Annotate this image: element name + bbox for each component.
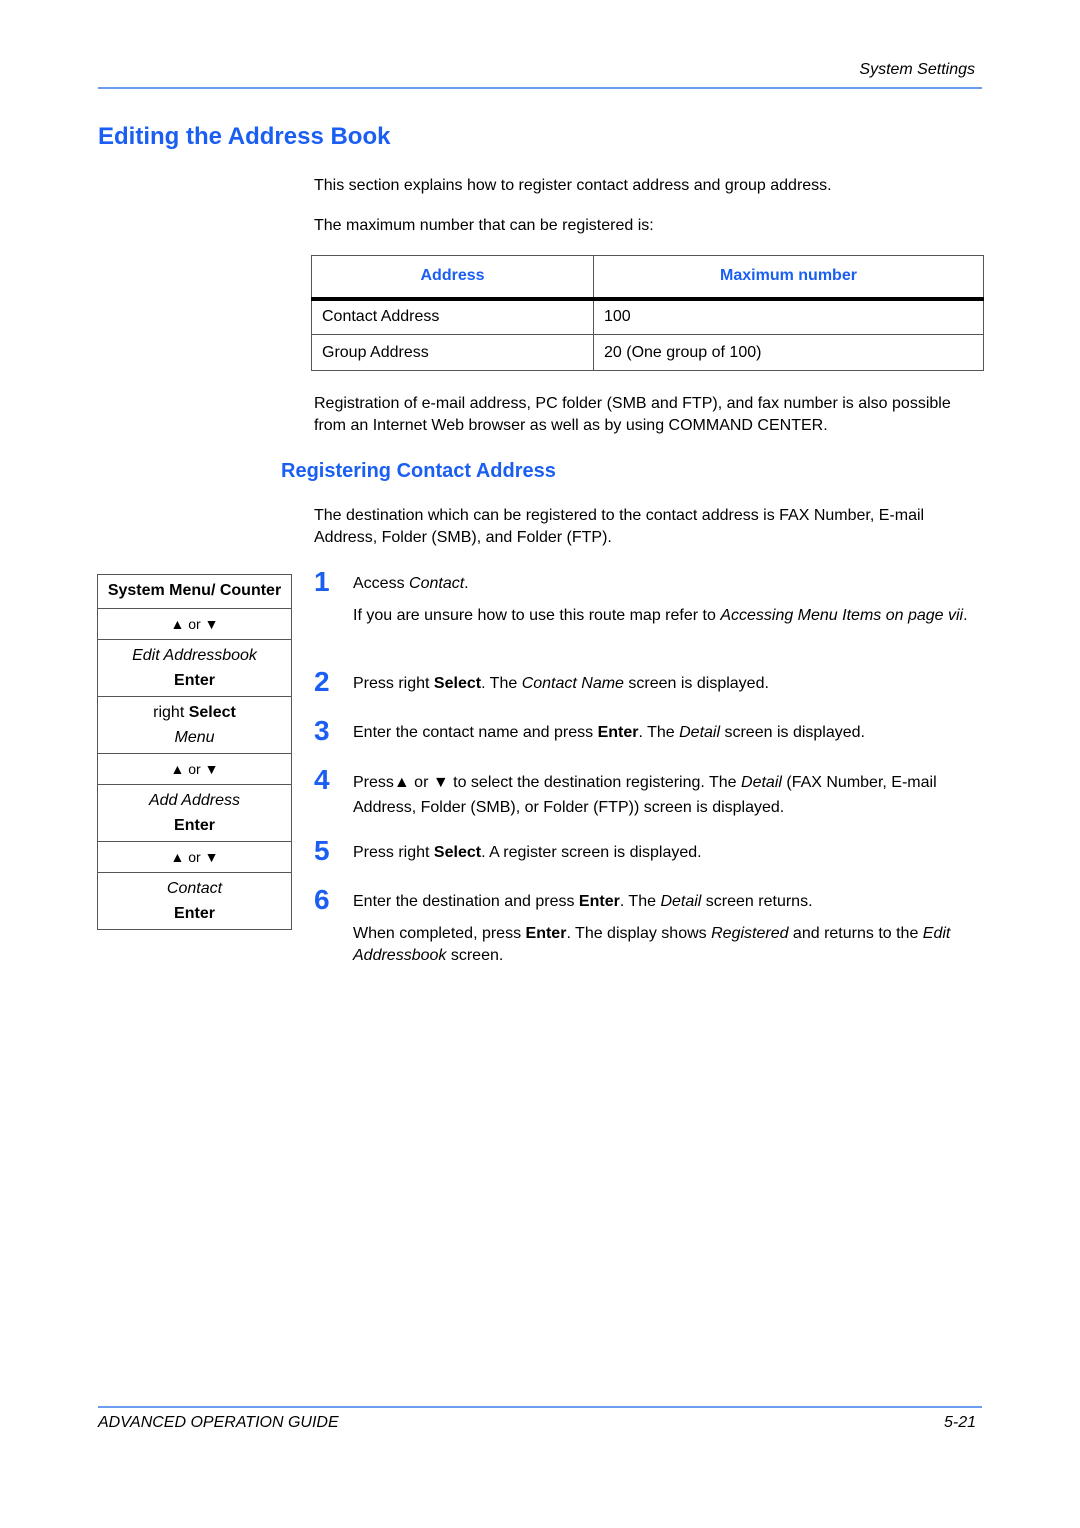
step-text: Press▲ or ▼ to select the destination re… <box>353 774 937 816</box>
footer-divider <box>98 1406 982 1408</box>
route-menu-item: Contact <box>166 880 223 897</box>
page-number: 5-21 <box>943 1414 976 1431</box>
step-number: 2 <box>314 666 330 697</box>
route-edit-addressbook: Edit Addressbook Enter <box>98 639 291 696</box>
step-number: 6 <box>314 884 330 915</box>
table-cell: 20 (One group of 100) <box>593 334 984 371</box>
route-menu-item: Add Address <box>148 792 240 809</box>
column-header-maximum-number: Maximum number <box>593 255 984 301</box>
route-map: System Menu/ Counter ▲ or ▼ Edit Address… <box>97 574 292 930</box>
route-add-address: Add Address Enter <box>98 784 291 841</box>
arrow-up-down-icon: ▲ or ▼ <box>170 849 219 865</box>
route-arrows: ▲ or ▼ <box>98 608 291 639</box>
step-text: Press right Select. A register screen is… <box>353 844 702 861</box>
column-header-address: Address <box>311 255 594 301</box>
step-2: 2 Press right Select. The Contact Name s… <box>314 666 984 697</box>
step-text: Enter the contact name and press Enter. … <box>353 724 865 741</box>
step-number: 3 <box>314 715 330 746</box>
route-key-enter: Enter <box>174 905 215 922</box>
route-arrows: ▲ or ▼ <box>98 841 291 872</box>
route-key-select: Select <box>188 704 236 721</box>
step-4: 4 Press▲ or ▼ to select the destination … <box>314 764 984 820</box>
route-right-select: right Select Menu <box>98 696 291 753</box>
table-cell: 100 <box>593 298 984 335</box>
note-paragraph: Registration of e-mail address, PC folde… <box>314 395 951 434</box>
step-subtext: When completed, press Enter. The display… <box>353 925 951 964</box>
step-text: Press right Select. The Contact Name scr… <box>353 675 769 692</box>
route-text: right <box>153 704 185 721</box>
intro-paragraph: This section explains how to register co… <box>314 177 832 194</box>
subsection-title: Registering Contact Address <box>281 460 556 482</box>
subsection-description: The destination which can be registered … <box>314 507 925 546</box>
step-1: 1 Access Contact. If you are unsure how … <box>314 566 984 627</box>
intro-paragraph-2: The maximum number that can be registere… <box>314 217 654 234</box>
step-text: Enter the destination and press Enter. T… <box>353 893 813 910</box>
running-header: System Settings <box>859 61 975 78</box>
arrow-up-down-icon: ▲ or ▼ <box>170 761 219 777</box>
table-row: Contact Address 100 <box>311 298 984 335</box>
route-menu-item: Edit Addressbook <box>132 647 257 664</box>
max-number-table: Address Maximum number Contact Address 1… <box>311 255 984 371</box>
table-row: Group Address 20 (One group of 100) <box>311 334 984 371</box>
route-menu-item: Menu <box>174 729 215 746</box>
route-contact: Contact Enter <box>98 872 291 929</box>
route-arrows: ▲ or ▼ <box>98 753 291 784</box>
route-key-enter: Enter <box>174 817 215 834</box>
step-text: Access Contact. <box>353 575 469 592</box>
arrow-up-down-icon: ▲ or ▼ <box>170 616 219 632</box>
footer-guide-title: ADVANCED OPERATION GUIDE <box>98 1414 339 1431</box>
step-3: 3 Enter the contact name and press Enter… <box>314 715 984 746</box>
step-number: 5 <box>314 835 330 866</box>
table-header-row: Address Maximum number <box>311 255 984 301</box>
route-key-enter: Enter <box>174 672 215 689</box>
route-start: System Menu/ Counter <box>107 582 282 599</box>
step-6: 6 Enter the destination and press Enter.… <box>314 884 984 967</box>
header-divider <box>98 87 982 89</box>
step-number: 4 <box>314 764 330 795</box>
table-cell: Group Address <box>311 334 594 371</box>
page-title: Editing the Address Book <box>98 123 391 150</box>
step-number: 1 <box>314 566 330 597</box>
step-subtext: If you are unsure how to use this route … <box>353 607 968 624</box>
table-cell: Contact Address <box>311 298 594 335</box>
step-5: 5 Press right Select. A register screen … <box>314 835 984 866</box>
